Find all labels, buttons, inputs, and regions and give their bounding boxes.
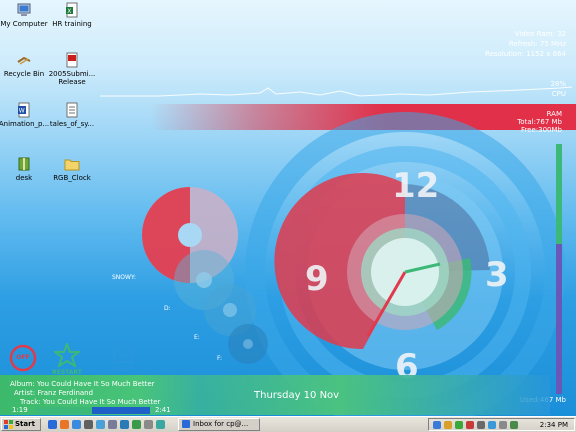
outlook-icon[interactable] (48, 420, 57, 429)
clock-numeral-12: 12 (392, 166, 439, 206)
start-label: Start (15, 420, 35, 428)
drive-d-inner (196, 272, 212, 288)
drive-snowy-label: SNOWY: (112, 274, 136, 281)
network-icon[interactable] (510, 421, 518, 429)
restart-star-icon (51, 341, 83, 369)
globe-icon[interactable] (96, 420, 105, 429)
windows-logo-icon (4, 420, 13, 429)
desktop: My Computer X HR training Recycle Bin 20… (0, 0, 576, 416)
drive-e-inner (223, 303, 237, 317)
music-elapsed: 1:19 (12, 406, 28, 414)
restart-button[interactable]: RESTART (50, 341, 84, 377)
rgb-clock-widget: 12 3 6 9 (142, 112, 565, 416)
app-icon-teal[interactable] (156, 420, 165, 429)
firefox-icon[interactable] (60, 420, 69, 429)
music-total: 2:41 (155, 406, 171, 414)
music-progress-track[interactable] (36, 407, 150, 414)
tray-icon-4[interactable] (466, 421, 474, 429)
start-button[interactable]: Start (1, 418, 41, 431)
taskbar-window-inbox[interactable]: Inbox for cp@... (178, 418, 260, 431)
tray-icon-1[interactable] (433, 421, 441, 429)
app-icon-green[interactable] (132, 420, 141, 429)
clock-date: Thursday 10 Nov (254, 390, 340, 401)
drive-snowy-hole (178, 223, 202, 247)
tray-icon-2[interactable] (444, 421, 452, 429)
sleep-button[interactable]: Z SLEEP (106, 343, 140, 377)
ram-meter-purple (556, 244, 562, 394)
music-track: Track: You Could Have It So Much Better (20, 398, 161, 406)
tray-icon-6[interactable] (488, 421, 496, 429)
app-icon-grey[interactable] (144, 420, 153, 429)
app-icon-blue[interactable] (120, 420, 129, 429)
date-bar (200, 375, 550, 415)
off-button-label: OFF (16, 354, 30, 361)
music-note-icon[interactable] (108, 420, 117, 429)
off-button[interactable]: OFF (8, 343, 38, 373)
drive-d-label: D: (164, 305, 171, 312)
drive-f-inner (243, 339, 253, 349)
tray-icon-5[interactable] (477, 421, 485, 429)
internet-explorer-icon[interactable] (72, 420, 81, 429)
mail-window-icon (182, 420, 190, 428)
clock-numeral-3: 3 (485, 255, 509, 295)
volume-icon[interactable] (499, 421, 507, 429)
drive-f-label: F: (217, 355, 223, 362)
taskbar: Start Inbox for cp@... 2:34 PM (0, 416, 576, 432)
music-artist: Artist: Franz Ferdinand (14, 389, 94, 397)
drive-e-label: E: (194, 334, 200, 341)
system-tray: 2:34 PM (428, 418, 575, 431)
sleep-z-icon: Z (113, 343, 133, 363)
tray-icon-3[interactable] (455, 421, 463, 429)
taskbar-window-label: Inbox for cp@... (193, 420, 249, 428)
clock-numeral-9: 9 (305, 259, 329, 299)
media-icon[interactable] (84, 420, 93, 429)
sleep-button-label: SLEEP (112, 366, 134, 373)
ram-meter-green (556, 144, 562, 244)
taskbar-clock[interactable]: 2:34 PM (540, 420, 568, 430)
music-progress-fill (36, 407, 92, 414)
music-album: Album: You Could Have It So Much Better (10, 380, 155, 388)
